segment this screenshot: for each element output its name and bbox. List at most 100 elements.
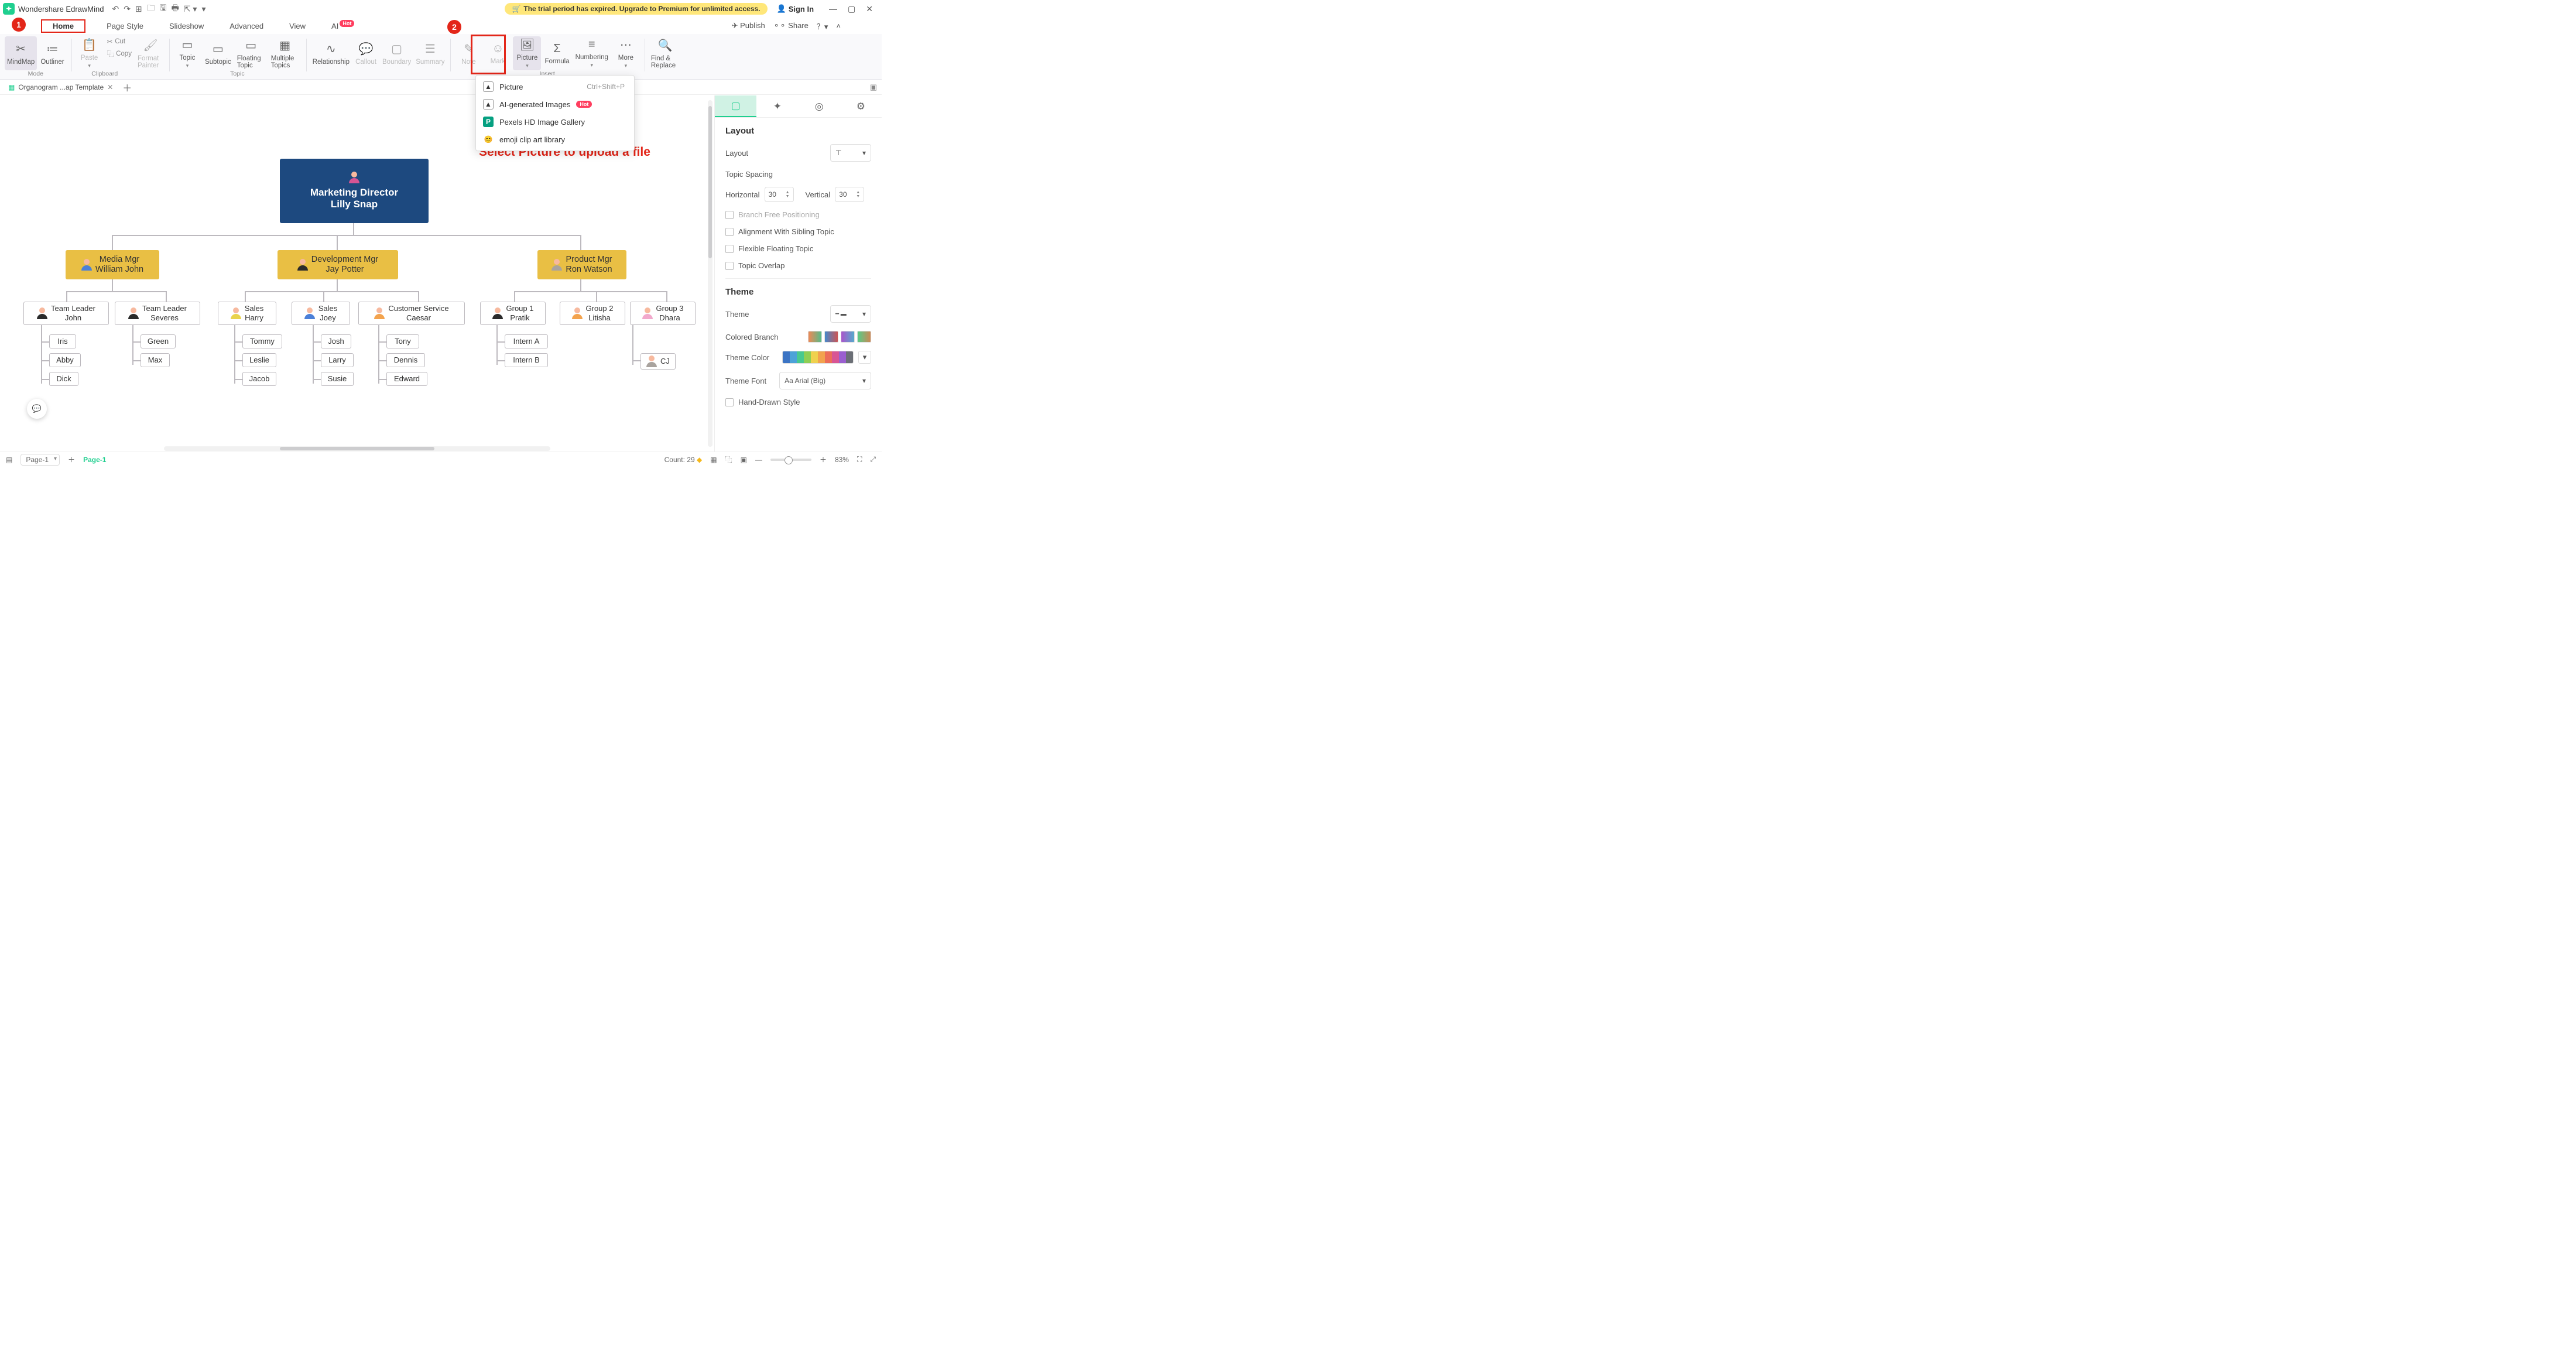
zoom-in-icon[interactable]: ＋ bbox=[820, 454, 827, 464]
node-root[interactable]: Marketing DirectorLilly Snap bbox=[280, 159, 429, 223]
add-page-icon[interactable]: ＋ bbox=[68, 454, 75, 464]
chk-hand-drawn[interactable]: Hand-Drawn Style bbox=[725, 398, 871, 406]
node-abby[interactable]: Abby bbox=[49, 353, 81, 367]
maximize-icon[interactable]: ▢ bbox=[848, 4, 855, 14]
node-leslie[interactable]: Leslie bbox=[242, 353, 276, 367]
export-icon[interactable]: ⇱ ▾ bbox=[184, 4, 197, 14]
node-max[interactable]: Max bbox=[141, 353, 170, 367]
tab-page-style[interactable]: Page Style bbox=[102, 19, 148, 33]
node-josh[interactable]: Josh bbox=[321, 334, 351, 348]
share-button[interactable]: ⚬⚬ Share bbox=[773, 21, 809, 30]
layout-select[interactable]: ⊤▾ bbox=[830, 144, 871, 162]
chat-fab[interactable]: 💬 bbox=[27, 399, 47, 419]
floating-topic-button[interactable]: ▭Floating Topic bbox=[235, 36, 268, 70]
fit-icon[interactable]: ⛶ bbox=[857, 455, 862, 464]
formula-button[interactable]: ΣFormula bbox=[542, 36, 571, 70]
page-link[interactable]: Page-1 bbox=[83, 456, 106, 464]
zoom-slider[interactable] bbox=[770, 459, 811, 461]
help-icon[interactable]: ？▾ bbox=[817, 20, 828, 32]
node-larry[interactable]: Larry bbox=[321, 353, 354, 367]
node-cs-caesar[interactable]: Customer ServiceCaesar bbox=[358, 302, 465, 325]
document-tab[interactable]: ▦ Organogram ...ap Template ✕ bbox=[5, 81, 117, 93]
more-icon[interactable]: ▾ bbox=[201, 4, 205, 14]
node-dev-mgr[interactable]: Development MgrJay Potter bbox=[278, 250, 398, 279]
node-prod-mgr[interactable]: Product MgrRon Watson bbox=[537, 250, 626, 279]
vertical-input[interactable]: 30▲▼ bbox=[835, 187, 864, 202]
panel-tab-map[interactable]: ◎ bbox=[799, 95, 840, 117]
horizontal-scrollbar[interactable] bbox=[164, 446, 550, 451]
more-button[interactable]: ⋯More▾ bbox=[612, 36, 640, 70]
mindmap-button[interactable]: ✂MindMap bbox=[5, 36, 37, 70]
save-icon[interactable]: 🖫 bbox=[160, 2, 167, 16]
dd-emoji[interactable]: 😊 emoji clip art library bbox=[476, 131, 634, 148]
print-icon[interactable]: 🖶 bbox=[172, 2, 179, 16]
paste-button[interactable]: 📋Paste▾ bbox=[76, 36, 104, 70]
trial-banner[interactable]: 🛒 The trial period has expired. Upgrade … bbox=[505, 3, 767, 15]
theme-color-caret[interactable]: ▾ bbox=[858, 351, 871, 364]
fullscreen-icon[interactable]: ⤢ bbox=[870, 455, 876, 464]
dd-picture[interactable]: ▲ Picture Ctrl+Shift+P bbox=[476, 78, 634, 95]
node-cj[interactable]: CJ bbox=[640, 353, 676, 370]
node-tony[interactable]: Tony bbox=[386, 334, 419, 348]
node-edward[interactable]: Edward bbox=[386, 372, 427, 386]
cut-button[interactable]: ✂Cut bbox=[105, 36, 134, 47]
node-intern-a[interactable]: Intern A bbox=[505, 334, 548, 348]
node-g2[interactable]: Group 2Litisha bbox=[560, 302, 625, 325]
node-tommy[interactable]: Tommy bbox=[242, 334, 282, 348]
outliner-button[interactable]: ≔Outliner bbox=[38, 36, 66, 70]
tab-slideshow[interactable]: Slideshow bbox=[165, 19, 208, 33]
vertical-scrollbar[interactable] bbox=[708, 100, 712, 447]
node-g3[interactable]: Group 3Dhara bbox=[630, 302, 696, 325]
panel-toggle-icon[interactable]: ▣ bbox=[870, 83, 877, 92]
summary-button[interactable]: ☰Summary bbox=[413, 36, 447, 70]
numbering-button[interactable]: ≡Numbering▾ bbox=[573, 36, 611, 70]
dd-pexels[interactable]: P Pexels HD Image Gallery bbox=[476, 113, 634, 131]
panel-tab-layout[interactable]: ▢ bbox=[715, 95, 756, 117]
boundary-button[interactable]: ▢Boundary bbox=[380, 36, 413, 70]
branch-swatch-4[interactable] bbox=[857, 331, 871, 343]
panel-tab-style[interactable]: ✦ bbox=[756, 95, 798, 117]
minimize-icon[interactable]: — bbox=[829, 4, 837, 14]
open-icon[interactable]: 🗀 bbox=[147, 2, 155, 16]
copy-button[interactable]: ⿻Copy bbox=[105, 48, 134, 60]
view-icon-1[interactable]: ▦ bbox=[710, 456, 717, 464]
outline-view-icon[interactable]: ▤ bbox=[6, 456, 12, 464]
branch-swatch-1[interactable] bbox=[808, 331, 822, 343]
picture-button[interactable]: 🖼Picture▾ bbox=[513, 36, 541, 70]
node-g1[interactable]: Group 1Pratik bbox=[480, 302, 546, 325]
node-tl-john[interactable]: Team LeaderJohn bbox=[23, 302, 109, 325]
branch-swatch-2[interactable] bbox=[824, 331, 838, 343]
close-icon[interactable]: ✕ bbox=[866, 4, 873, 14]
node-dennis[interactable]: Dennis bbox=[386, 353, 425, 367]
multiple-topics-button[interactable]: ▦Multiple Topics bbox=[269, 36, 302, 70]
undo-icon[interactable]: ↶ bbox=[112, 4, 119, 14]
relationship-button[interactable]: ∿Relationship bbox=[310, 36, 352, 70]
node-green[interactable]: Green bbox=[141, 334, 176, 348]
node-sales-harry[interactable]: SalesHarry bbox=[218, 302, 276, 325]
tab-ai[interactable]: AIHot bbox=[327, 19, 359, 33]
subtopic-button[interactable]: ▭Subtopic bbox=[203, 36, 234, 70]
format-painter-button[interactable]: 🖌Format Painter bbox=[135, 36, 166, 70]
callout-button[interactable]: 💬Callout bbox=[352, 36, 380, 70]
panel-tab-settings[interactable]: ⚙ bbox=[840, 95, 882, 117]
node-dick[interactable]: Dick bbox=[49, 372, 78, 386]
node-media-mgr[interactable]: Media MgrWilliam John bbox=[66, 250, 159, 279]
node-iris[interactable]: Iris bbox=[49, 334, 76, 348]
theme-select[interactable]: ━ ▬▾ bbox=[830, 305, 871, 323]
close-tab-icon[interactable]: ✕ bbox=[107, 83, 113, 91]
chk-overlap[interactable]: Topic Overlap bbox=[725, 261, 871, 270]
branch-swatch-3[interactable] bbox=[841, 331, 855, 343]
theme-font-select[interactable]: Aa Arial (Big)▾ bbox=[779, 372, 871, 389]
view-icon-3[interactable]: ▣ bbox=[741, 456, 747, 464]
node-tl-severes[interactable]: Team LeaderSeveres bbox=[115, 302, 200, 325]
add-tab-button[interactable]: ＋ bbox=[122, 80, 132, 94]
view-icon-2[interactable]: ⿻ bbox=[725, 454, 732, 464]
zoom-out-icon[interactable]: — bbox=[755, 456, 762, 464]
chk-align-sibling[interactable]: Alignment With Sibling Topic bbox=[725, 227, 871, 236]
publish-button[interactable]: ✈ Publish bbox=[732, 21, 765, 30]
theme-color-select[interactable] bbox=[782, 351, 854, 364]
chk-flex-float[interactable]: Flexible Floating Topic bbox=[725, 244, 871, 253]
tab-view[interactable]: View bbox=[285, 19, 310, 33]
redo-icon[interactable]: ↷ bbox=[124, 4, 131, 14]
node-sales-joey[interactable]: SalesJoey bbox=[292, 302, 350, 325]
